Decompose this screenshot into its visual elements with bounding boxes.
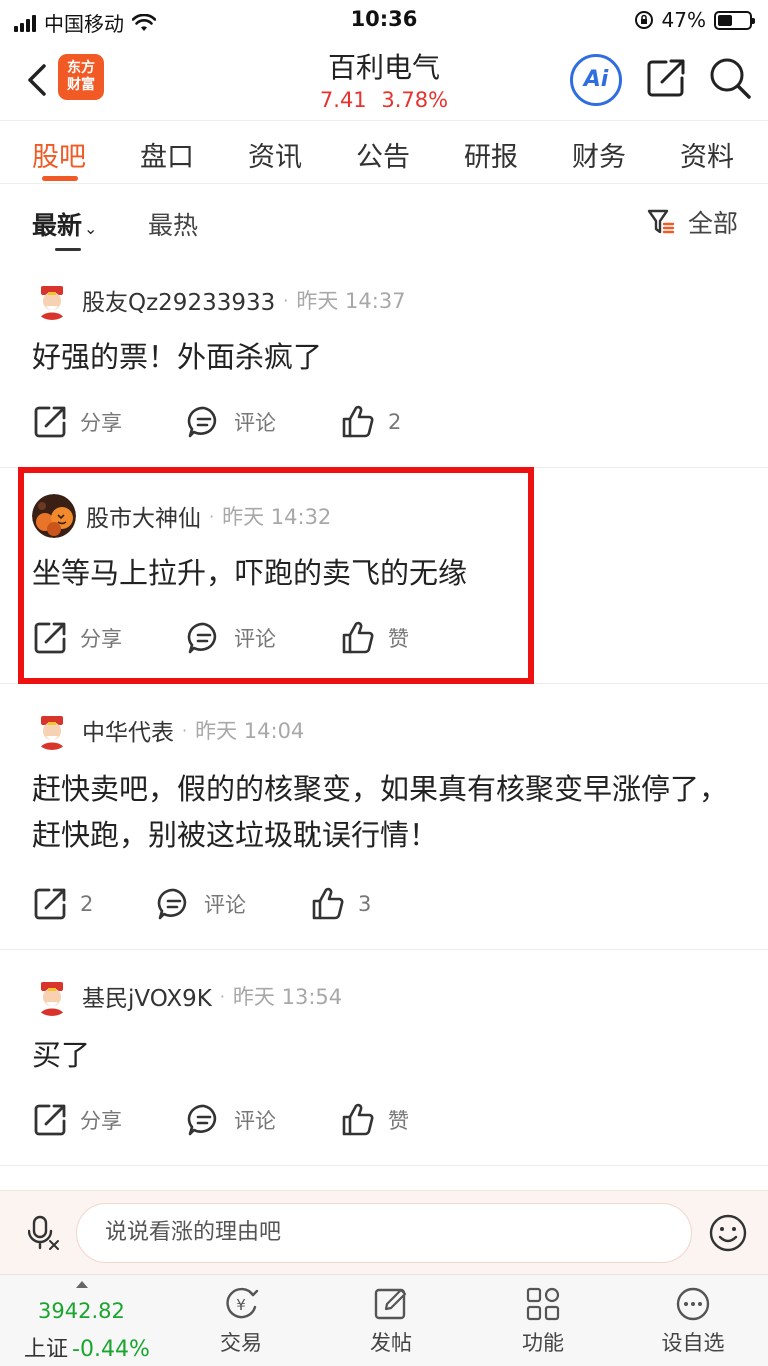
share-button[interactable]: 2	[32, 886, 93, 922]
battery-icon	[714, 10, 755, 30]
status-bar: 中国移动 10:36 47%	[0, 0, 768, 40]
comment-button[interactable]: 评论	[186, 404, 276, 440]
edit-icon	[374, 1288, 407, 1320]
thumbs-up-icon	[312, 887, 344, 920]
top-nav: 东方 财富 百利电气 7.41 3.78% Ai	[0, 40, 768, 120]
tab-announcements[interactable]: 公告	[356, 135, 410, 174]
share-icon	[34, 888, 66, 920]
avatar[interactable]	[32, 280, 72, 320]
battery-percent: 47%	[661, 8, 706, 32]
search-icon[interactable]	[708, 56, 752, 100]
ai-button[interactable]: Ai	[570, 54, 622, 106]
sort-newest-button[interactable]: 最新 ⌄	[32, 206, 97, 242]
post-actions: 2 评论 3	[32, 886, 732, 926]
trade-icon: ¥	[226, 1287, 259, 1319]
voice-input-icon[interactable]	[28, 1215, 62, 1251]
stock-price: 7.41	[319, 88, 367, 112]
tab-guba[interactable]: 股吧	[32, 135, 86, 174]
more-icon	[676, 1287, 710, 1321]
caret-up-icon	[76, 1281, 88, 1288]
avatar[interactable]	[32, 976, 72, 1016]
filter-row: 最新 ⌄ 最热 全部	[0, 184, 768, 264]
like-button[interactable]: 2	[340, 404, 401, 440]
share-icon	[34, 406, 66, 438]
tab-profile[interactable]: 资料	[680, 135, 734, 174]
sort-hot-button[interactable]: 最热	[148, 206, 198, 242]
comment-button[interactable]: 评论	[156, 886, 246, 922]
tab-finance[interactable]: 财务	[572, 135, 626, 174]
post-item[interactable]: 股友Qz29233933 · 昨天 14:37 好强的票！外面杀疯了 分享 评论…	[0, 264, 768, 468]
post-author[interactable]: 基民jVOX9K	[82, 979, 212, 1013]
share-button[interactable]: 分享	[32, 1102, 122, 1138]
tab-research[interactable]: 研报	[464, 135, 518, 174]
active-tab-indicator	[42, 176, 78, 181]
index-change: -0.44%	[72, 1337, 150, 1362]
rotation-lock-icon	[634, 11, 653, 29]
like-button[interactable]: 3	[310, 886, 371, 922]
post-content[interactable]: 赶快卖吧，假的的核聚变，如果真有核聚变早涨停了，赶快跑，别被这垃圾耽误行情！	[32, 766, 738, 858]
stock-change: 3.78%	[381, 88, 449, 112]
add-watchlist-button[interactable]: 设自选	[638, 1285, 748, 1357]
filter-all-button[interactable]: 全部	[646, 204, 738, 240]
like-button[interactable]: 赞	[340, 1102, 409, 1138]
svg-text:¥: ¥	[236, 1296, 246, 1314]
post-author[interactable]: 股友Qz29233933	[82, 283, 275, 317]
post-time: 昨天 13:54	[232, 985, 343, 1009]
tab-news[interactable]: 资讯	[248, 135, 302, 174]
post-time: 昨天 14:04	[195, 719, 305, 743]
filter-icon	[647, 209, 675, 234]
share-button[interactable]: 分享	[32, 404, 122, 440]
share-icon[interactable]	[646, 58, 686, 98]
post-author[interactable]: 中华代表	[82, 713, 174, 747]
index-name: 上证	[24, 1337, 69, 1362]
post-time: 昨天 14:37	[296, 289, 406, 313]
trade-button[interactable]: ¥ 交易	[186, 1285, 296, 1357]
post-button[interactable]: 发帖	[336, 1285, 446, 1357]
tab-bar: 股吧 盘口 资讯 公告 研报 财务 资料	[0, 120, 768, 184]
chevron-down-icon: ⌄	[84, 219, 98, 238]
post-content[interactable]: 好强的票！外面杀疯了	[32, 334, 738, 380]
comment-icon	[187, 406, 217, 438]
comment-icon	[187, 1104, 217, 1136]
highlight-box	[18, 467, 534, 684]
post-item[interactable]: 基民jVOX9K · 昨天 13:54 买了 分享 评论 赞	[0, 950, 768, 1166]
post-content[interactable]: 买了	[32, 1032, 738, 1078]
comment-icon	[157, 888, 187, 920]
index-value: 3942.82	[38, 1299, 125, 1323]
bottom-bar: 3942.82 上证 -0.44% ¥ 交易 发帖 功能 设自选	[0, 1274, 768, 1366]
post-actions: 分享 评论 2	[32, 404, 732, 444]
reply-bar: 说说看涨的理由吧	[0, 1190, 768, 1274]
post-item[interactable]: 中华代表 · 昨天 14:04 赶快卖吧，假的的核聚变，如果真有核聚变早涨停了，…	[0, 684, 768, 950]
thumbs-up-icon	[342, 405, 374, 438]
grid-icon	[526, 1287, 560, 1321]
post-actions: 分享 评论 赞	[32, 1102, 732, 1142]
comment-input[interactable]: 说说看涨的理由吧	[76, 1203, 692, 1263]
avatar[interactable]	[32, 710, 72, 750]
sort-indicator	[55, 248, 81, 251]
tab-pankou[interactable]: 盘口	[140, 135, 194, 174]
thumbs-up-icon	[342, 1103, 374, 1136]
functions-button[interactable]: 功能	[488, 1285, 598, 1357]
comment-button[interactable]: 评论	[186, 1102, 276, 1138]
share-icon	[34, 1104, 66, 1136]
emoji-icon[interactable]	[708, 1213, 748, 1253]
